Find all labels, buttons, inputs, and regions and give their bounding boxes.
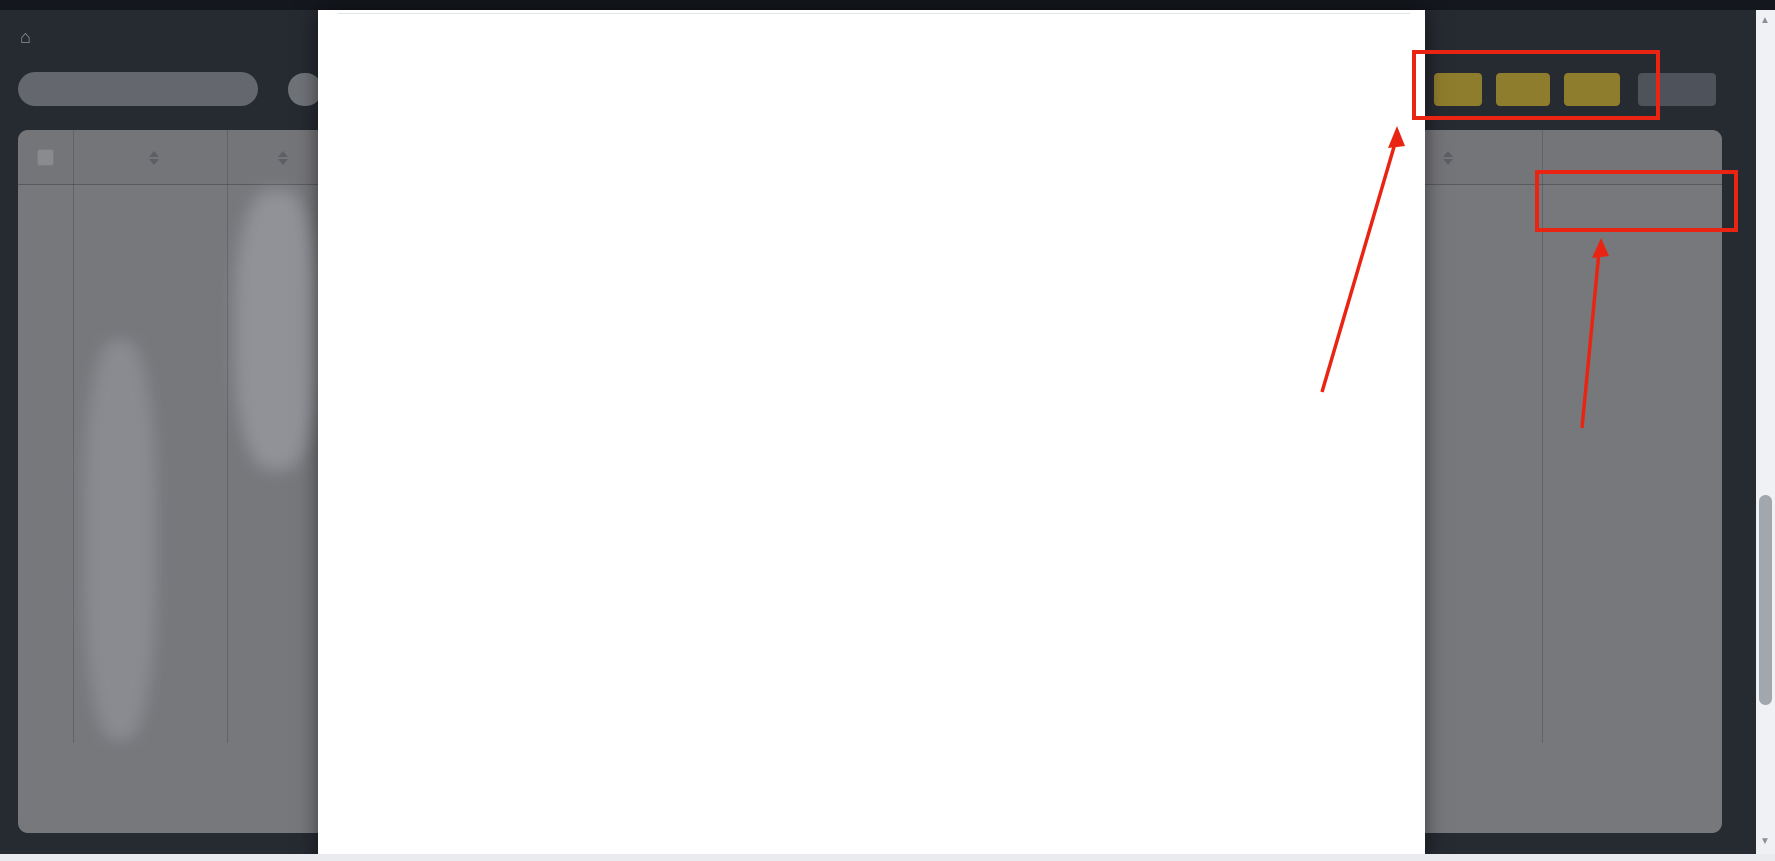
employee-form bbox=[338, 13, 1410, 14]
employee-management-screen: ⌂ bbox=[0, 0, 1775, 861]
select-all-checkbox[interactable] bbox=[37, 149, 54, 166]
export-button[interactable] bbox=[1564, 73, 1620, 106]
column-header-ic-card[interactable] bbox=[1436, 130, 1453, 185]
batch-delete-button[interactable] bbox=[1638, 73, 1716, 106]
search-input[interactable] bbox=[18, 72, 258, 106]
select-all-cell[interactable] bbox=[18, 130, 73, 185]
scrollbar-down-icon[interactable]: ▼ bbox=[1760, 836, 1770, 847]
sort-icon[interactable] bbox=[149, 151, 159, 165]
breadcrumb: ⌂ bbox=[20, 28, 46, 46]
browser-scrollbar[interactable]: ▲ ▼ bbox=[1756, 10, 1775, 854]
scrollbar-up-icon[interactable]: ▲ bbox=[1760, 15, 1770, 26]
column-header-name[interactable] bbox=[73, 130, 227, 185]
column-header-actions bbox=[1542, 130, 1722, 185]
add-button[interactable] bbox=[1434, 73, 1482, 106]
import-button[interactable] bbox=[1496, 73, 1550, 106]
sort-icon[interactable] bbox=[1443, 151, 1453, 165]
column-divider bbox=[227, 130, 228, 743]
horizontal-scrollbar[interactable] bbox=[0, 854, 1775, 861]
column-header-gender[interactable] bbox=[227, 130, 331, 185]
scrollbar-thumb[interactable] bbox=[1759, 495, 1772, 705]
column-divider bbox=[1542, 130, 1543, 743]
column-divider bbox=[73, 130, 74, 743]
sort-icon[interactable] bbox=[278, 151, 288, 165]
employee-form-modal bbox=[318, 10, 1425, 861]
partially-hidden-control[interactable] bbox=[288, 73, 322, 106]
home-icon: ⌂ bbox=[20, 28, 31, 46]
top-window-strip bbox=[0, 0, 1775, 10]
